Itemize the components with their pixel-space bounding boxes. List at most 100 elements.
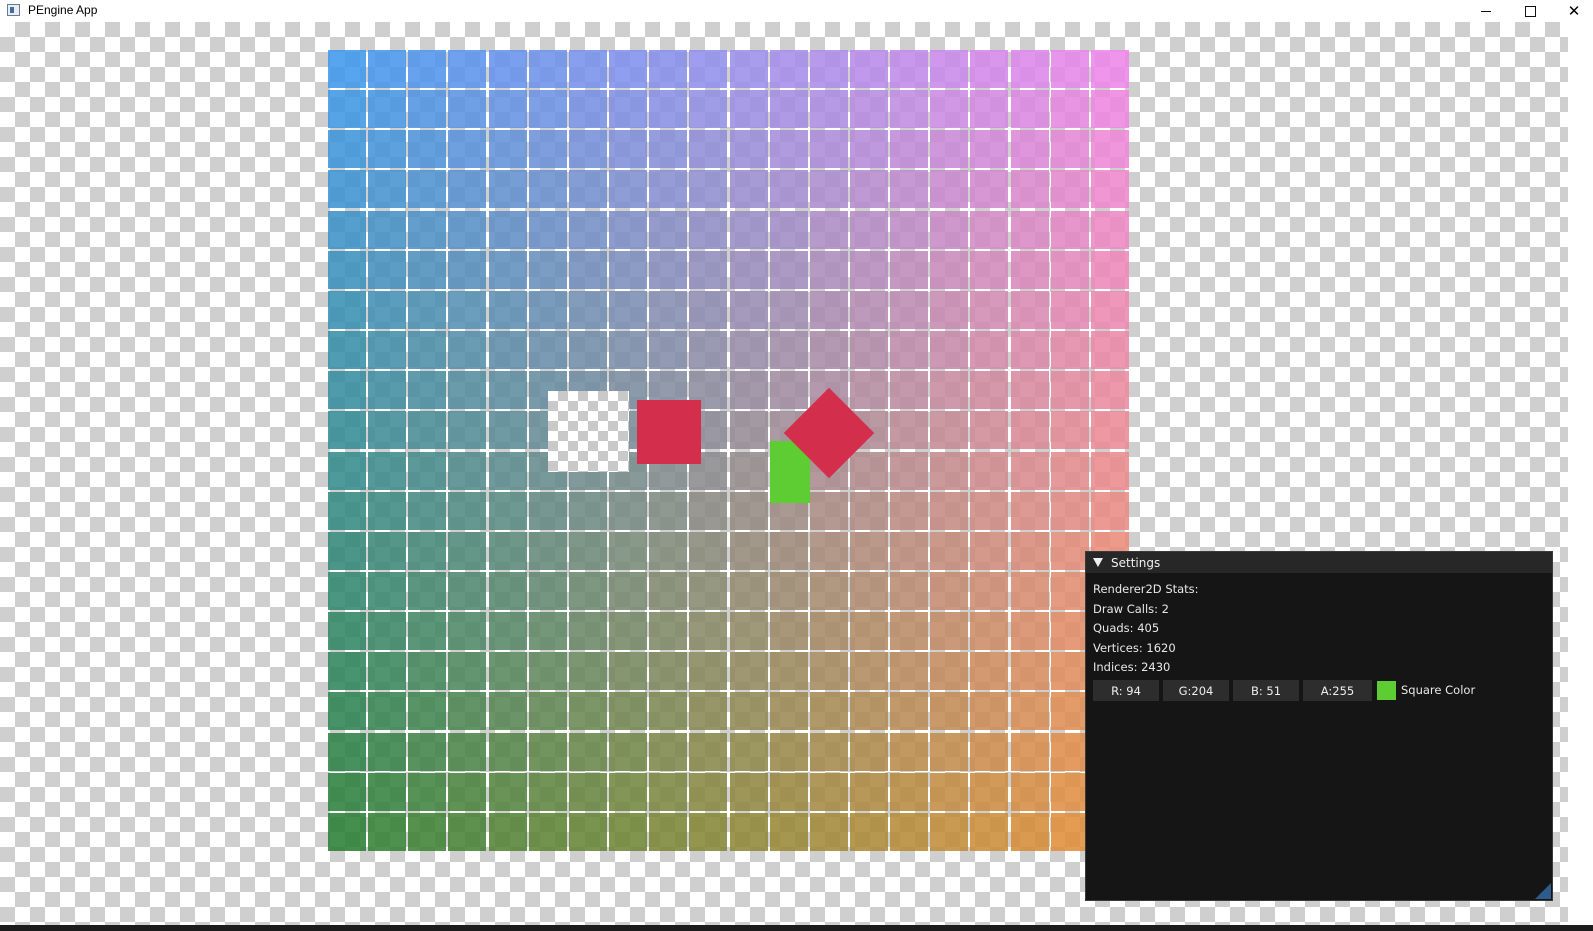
resize-grip-icon[interactable] [1535,883,1551,899]
grid-tile [729,732,768,771]
grid-tile [408,612,447,651]
grid-tile [328,331,366,370]
grid-tile [649,290,688,329]
grid-tile [1010,250,1049,289]
grid-tile [769,331,808,370]
grid-tile [1090,170,1129,209]
grid-tile [729,290,768,329]
grid-tile [890,612,929,651]
grid-tile [488,571,527,610]
grid-tile [488,170,527,209]
grid-tile [528,491,567,530]
grid-tile [328,571,366,610]
grid-tile [729,491,768,530]
grid-tile [930,411,969,450]
grid-tile [448,331,487,370]
close-button[interactable]: ✕ [1552,0,1593,22]
grid-tile [1050,290,1089,329]
grid-tile [809,772,848,811]
grid-tile [368,772,407,811]
grid-tile [488,290,527,329]
grid-tile [649,210,688,249]
grid-tile [970,90,1009,129]
grid-tile [488,692,527,731]
grid-tile [649,531,688,570]
settings-panel[interactable]: Settings Renderer2D Stats: Draw Calls: 2… [1085,551,1553,901]
grid-tile [328,732,366,771]
grid-tile [448,812,487,851]
grid-tile [1090,411,1129,450]
grid-tile [890,290,929,329]
grid-tile [568,90,607,129]
grid-tile [649,491,688,530]
color-g-field[interactable]: G:204 [1163,680,1229,701]
grid-tile [970,331,1009,370]
grid-tile [1050,331,1089,370]
grid-tile [649,50,688,88]
grid-tile [930,50,969,88]
grid-tile [890,652,929,691]
settings-header[interactable]: Settings [1086,552,1552,573]
grid-tile [368,50,407,88]
grid-tile [408,50,447,88]
grid-tile [849,732,888,771]
grid-tile [729,210,768,249]
grid-tile [729,50,768,88]
grid-tile [890,531,929,570]
grid-tile [368,90,407,129]
maximize-button[interactable] [1508,0,1552,22]
grid-tile [368,371,407,410]
grid-tile [849,250,888,289]
grid-tile [689,612,728,651]
grid-tile [328,90,366,129]
grid-tile [849,90,888,129]
grid-tile [689,331,728,370]
grid-tile [609,812,648,851]
grid-tile [609,50,648,88]
collapse-arrow-icon[interactable] [1093,558,1103,567]
grid-tile [408,130,447,169]
grid-tile [568,692,607,731]
grid-tile [930,130,969,169]
grid-tile [568,612,607,651]
grid-tile [368,612,407,651]
grid-tile [970,812,1009,851]
indices-stat: Indices: 2430 [1093,660,1171,674]
grid-tile [1090,130,1129,169]
grid-tile [809,90,848,129]
grid-tile [1050,612,1089,651]
grid-tile [568,210,607,249]
grid-tile [890,371,929,410]
title-bar: PEngine App ✕ [0,0,1593,22]
color-b-field[interactable]: B: 51 [1233,680,1299,701]
minimize-icon [1481,10,1491,12]
grid-tile [930,812,969,851]
color-a-field[interactable]: A:255 [1303,680,1372,701]
grid-tile [769,250,808,289]
grid-tile [609,331,648,370]
grid-tile [649,612,688,651]
grid-tile [809,170,848,209]
grid-tile [528,772,567,811]
grid-tile [769,612,808,651]
grid-tile [849,290,888,329]
grid-tile [368,290,407,329]
minimize-button[interactable] [1464,0,1508,22]
grid-tile [609,652,648,691]
grid-tile [930,571,969,610]
grid-tile [930,772,969,811]
grid-tile [689,652,728,691]
grid-tile [1090,290,1129,329]
grid-tile [408,571,447,610]
grid-tile [649,130,688,169]
grid-tile [1050,250,1089,289]
grid-tile [769,130,808,169]
color-r-field[interactable]: R: 94 [1093,680,1159,701]
grid-tile [729,451,768,490]
app-icon [7,4,20,16]
grid-tile [809,491,848,530]
square-color-swatch[interactable] [1377,681,1396,700]
grid-tile [970,732,1009,771]
grid-tile [1010,571,1049,610]
grid-tile [609,732,648,771]
